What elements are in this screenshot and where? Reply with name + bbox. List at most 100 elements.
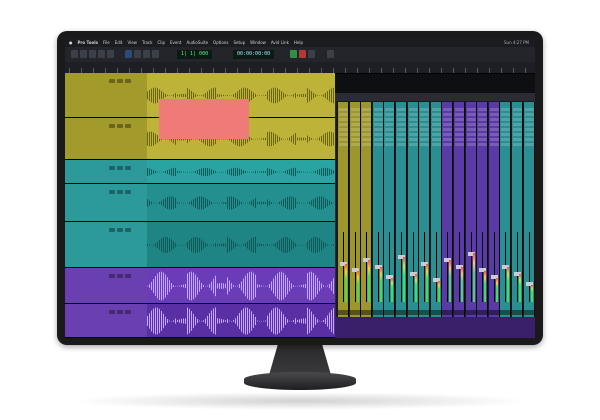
edit-window-tracks[interactable] [147, 73, 335, 338]
insert-slot[interactable] [501, 128, 511, 131]
insert-slot[interactable] [339, 138, 348, 141]
shuffle-mode-icon[interactable] [125, 50, 132, 58]
app-menu-name[interactable]: Pro Tools [78, 40, 99, 45]
insert-slot[interactable] [350, 113, 360, 116]
insert-slot[interactable] [339, 133, 348, 136]
channel-name-plate[interactable] [488, 310, 500, 315]
solo-button-icon[interactable] [117, 228, 123, 232]
insert-slot[interactable] [420, 108, 430, 111]
insert-slot[interactable] [362, 123, 372, 126]
insert-slot[interactable] [501, 118, 511, 121]
apple-icon[interactable]: ● [69, 40, 73, 45]
menu-item-audiosuite[interactable]: AudioSuite [186, 40, 208, 45]
insert-slot[interactable] [420, 113, 430, 116]
insert-slot[interactable] [362, 143, 372, 146]
insert-slot[interactable] [513, 128, 522, 131]
solo-button-icon[interactable] [117, 79, 123, 83]
menu-item-options[interactable]: Options [213, 40, 228, 45]
insert-slot[interactable] [408, 138, 418, 141]
insert-slot[interactable] [350, 108, 360, 111]
zoom-tool-icon[interactable] [71, 50, 78, 58]
insert-slot[interactable] [408, 143, 418, 146]
insert-slot[interactable] [385, 123, 395, 126]
insert-slot[interactable] [397, 123, 406, 126]
insert-slot[interactable] [373, 118, 383, 121]
insert-slot[interactable] [397, 133, 406, 136]
insert-slot[interactable] [339, 143, 348, 146]
insert-slot[interactable] [524, 113, 534, 116]
insert-slot[interactable] [466, 113, 476, 116]
insert-slot[interactable] [431, 133, 441, 136]
insert-slot[interactable] [501, 138, 511, 141]
insert-slot[interactable] [350, 123, 360, 126]
channel-name-plate[interactable] [407, 310, 419, 315]
channel-name-plate[interactable] [419, 310, 431, 315]
insert-slot[interactable] [489, 108, 499, 111]
channel-name-plate[interactable] [477, 310, 489, 315]
selector-tool-icon[interactable] [89, 50, 96, 58]
track-header[interactable] [65, 268, 147, 304]
insert-slot[interactable] [524, 133, 534, 136]
insert-slot[interactable] [489, 138, 499, 141]
mute-button-icon[interactable] [125, 274, 131, 278]
track-lane[interactable] [147, 304, 335, 338]
insert-slot[interactable] [489, 133, 499, 136]
insert-slot[interactable] [478, 113, 488, 116]
insert-slot[interactable] [431, 118, 441, 121]
insert-slot[interactable] [513, 138, 522, 141]
insert-slot[interactable] [397, 128, 406, 131]
insert-slot[interactable] [455, 138, 464, 141]
sub-counter[interactable]: 00:00:00:00 [233, 50, 275, 59]
solo-button-icon[interactable] [117, 274, 123, 278]
track-header[interactable] [65, 222, 147, 268]
loop-button-icon[interactable] [327, 50, 334, 58]
insert-slot[interactable] [524, 143, 534, 146]
insert-slot[interactable] [501, 123, 511, 126]
insert-slot[interactable] [478, 128, 488, 131]
insert-slot[interactable] [443, 133, 453, 136]
play-button-icon[interactable] [290, 50, 297, 58]
insert-slot[interactable] [443, 138, 453, 141]
insert-slot[interactable] [443, 118, 453, 121]
insert-slot[interactable] [350, 138, 360, 141]
insert-slot[interactable] [385, 108, 395, 111]
insert-slot[interactable] [513, 118, 522, 121]
insert-slot[interactable] [524, 118, 534, 121]
insert-slot[interactable] [455, 123, 464, 126]
insert-slot[interactable] [489, 113, 499, 116]
insert-slot[interactable] [420, 123, 430, 126]
rec-button-icon[interactable] [109, 124, 115, 128]
spot-mode-icon[interactable] [143, 50, 150, 58]
channel-name-plate[interactable] [430, 310, 442, 315]
track-header[interactable] [65, 73, 147, 118]
insert-slot[interactable] [489, 118, 499, 121]
insert-slot[interactable] [339, 113, 348, 116]
insert-slot[interactable] [478, 143, 488, 146]
insert-slot[interactable] [362, 108, 372, 111]
insert-slot[interactable] [489, 123, 499, 126]
rec-button-icon[interactable] [109, 274, 115, 278]
insert-slot[interactable] [420, 143, 430, 146]
insert-slot[interactable] [466, 128, 476, 131]
insert-slot[interactable] [373, 138, 383, 141]
slip-mode-icon[interactable] [134, 50, 141, 58]
insert-slot[interactable] [385, 138, 395, 141]
grabber-tool-icon[interactable] [98, 50, 105, 58]
record-button-icon[interactable] [299, 50, 306, 58]
insert-slot[interactable] [524, 128, 534, 131]
insert-slot[interactable] [513, 123, 522, 126]
insert-slot[interactable] [431, 138, 441, 141]
pencil-tool-icon[interactable] [107, 50, 114, 58]
purple-track-lane-right[interactable] [335, 318, 535, 338]
solo-button-icon[interactable] [117, 124, 123, 128]
insert-slot[interactable] [455, 133, 464, 136]
insert-slot[interactable] [373, 133, 383, 136]
insert-slot[interactable] [362, 138, 372, 141]
insert-slot[interactable] [362, 128, 372, 131]
channel-name-plate[interactable] [384, 310, 396, 315]
insert-slot[interactable] [350, 133, 360, 136]
mute-button-icon[interactable] [125, 190, 131, 194]
channel-name-plate[interactable] [523, 310, 535, 315]
insert-slot[interactable] [478, 138, 488, 141]
insert-slot[interactable] [478, 123, 488, 126]
